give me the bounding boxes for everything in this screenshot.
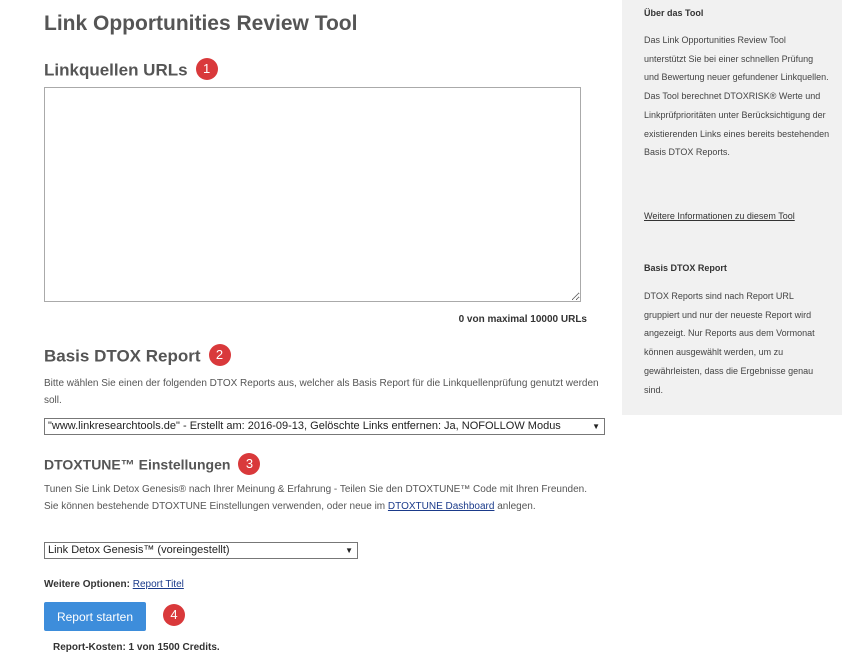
step-badge-3: 3 (238, 453, 261, 475)
step-badge-2: 2 (208, 344, 231, 366)
linkquellen-heading: Linkquellen URLs 1 (44, 58, 218, 82)
sidebar-about-text: Das Link Opportunities Review Tool unter… (644, 35, 830, 158)
dtoxtune-description: Tunen Sie Link Detox Genesis® nach Ihrer… (44, 481, 589, 515)
dtoxtune-description-after: anlegen. (494, 501, 536, 512)
sidebar-basis-text: DTOX Reports sind nach Report URL gruppi… (644, 291, 815, 395)
dtoxtune-heading: DTOXTUNE™ Einstellungen 3 (44, 453, 261, 477)
report-costs: Report-Kosten: 1 von 1500 Credits. (53, 642, 220, 653)
sidebar-about-title: Über das Tool (644, 8, 704, 18)
step-badge-1: 1 (195, 58, 218, 80)
basis-report-description: Bitte wählen Sie einen der folgenden DTO… (44, 378, 599, 406)
basis-report-selected: "www.linkresearchtools.de" - Erstellt am… (48, 420, 561, 432)
sidebar: Über das Tool Das Link Opportunities Rev… (622, 0, 842, 415)
page-title: Link Opportunities Review Tool (44, 12, 358, 35)
step-badge-4: 4 (163, 604, 185, 626)
dropdown-arrow-icon: ▼ (343, 543, 353, 558)
dropdown-arrow-icon: ▼ (590, 419, 600, 434)
more-options: Weitere Optionen: Report Titel (44, 579, 184, 590)
linkquellen-title: Linkquellen URLs (44, 60, 188, 80)
dtoxtune-selected: Link Detox Genesis™ (voreingestellt) (48, 544, 230, 556)
start-report-button[interactable]: Report starten (44, 602, 146, 631)
more-options-label: Weitere Optionen: (44, 579, 130, 590)
basis-report-title: Basis DTOX Report (44, 346, 201, 366)
urls-textarea[interactable] (44, 87, 581, 302)
sidebar-about-link[interactable]: Weitere Informationen zu diesem Tool (644, 211, 795, 221)
report-title-link[interactable]: Report Titel (133, 579, 184, 590)
dtoxtune-select[interactable]: Link Detox Genesis™ (voreingestellt) ▼ (44, 542, 358, 559)
dtoxtune-dashboard-link[interactable]: DTOXTUNE Dashboard (388, 501, 495, 512)
basis-report-heading: Basis DTOX Report 2 (44, 344, 231, 368)
url-counter: 0 von maximal 10000 URLs (458, 314, 587, 325)
sidebar-basis-title: Basis DTOX Report (644, 263, 727, 273)
dtoxtune-title: DTOXTUNE™ Einstellungen (44, 456, 231, 473)
basis-report-select[interactable]: "www.linkresearchtools.de" - Erstellt am… (44, 418, 605, 435)
